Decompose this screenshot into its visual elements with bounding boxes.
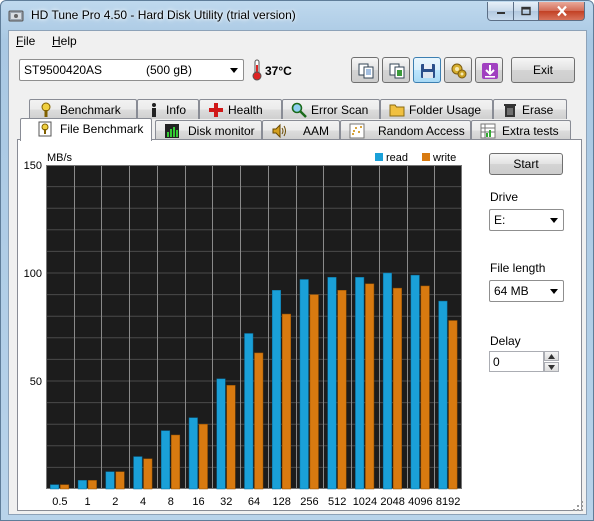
write-bar (365, 283, 375, 490)
x-tick-label: 2048 (380, 496, 404, 508)
exit-button[interactable]: Exit (511, 57, 575, 83)
read-bar (327, 277, 337, 490)
chevron-down-icon (550, 218, 558, 223)
write-bar (392, 287, 402, 490)
read-bar (50, 484, 60, 490)
write-bar (143, 458, 153, 490)
x-tick-label: 8192 (436, 496, 460, 508)
resize-grip-icon[interactable] (572, 500, 584, 512)
x-tick-label: 4096 (408, 496, 432, 508)
read-bar (410, 274, 420, 490)
minimize-to-tray-button[interactable] (475, 57, 503, 83)
drive-label: Drive (490, 190, 519, 204)
x-tick-label: 4 (140, 496, 146, 508)
spin-down-button[interactable] (544, 362, 559, 372)
write-bar (171, 434, 181, 490)
x-tick-label: 0.5 (52, 496, 67, 508)
read-bar (77, 480, 87, 490)
write-bar (226, 385, 236, 490)
maximize-icon (521, 6, 531, 16)
benchmark-chart: MB/s 50 100 150 0.5 1 2 4 8 16 32 64 128 256 512 1024 20… (24, 152, 462, 508)
minimize-icon (496, 12, 505, 14)
chevron-up-icon (548, 354, 555, 359)
close-icon (556, 5, 567, 17)
file-length-value: 64 MB (494, 284, 529, 298)
minimize-button[interactable] (487, 2, 514, 21)
start-button[interactable]: Start (489, 153, 563, 175)
read-bar (133, 456, 143, 490)
read-bar (244, 333, 254, 490)
app-icon (8, 10, 24, 22)
y-tick-label: 50 (30, 376, 42, 388)
minimize-to-tray-icon (482, 63, 498, 79)
app-window: HD Tune Pro 4.50 - Hard Disk Utility (tr… (0, 0, 594, 521)
file-length-label: File length (490, 261, 546, 275)
client-area: File Help ST9500420AS (500 gB) 37°C Exit… (8, 30, 587, 515)
write-bar (337, 290, 347, 490)
read-bar (105, 471, 115, 490)
read-bar (216, 378, 226, 490)
extra-tests-icon (480, 123, 496, 139)
x-tick-label: 8 (168, 496, 174, 508)
x-tick-label: 256 (300, 496, 318, 508)
drive-combo-value: E: (494, 213, 506, 227)
write-bar (281, 313, 291, 490)
delay-spinner (544, 351, 559, 372)
read-bar (299, 279, 309, 490)
read-bar (382, 272, 392, 490)
write-bar (420, 285, 430, 490)
delay-value: 0 (493, 355, 500, 369)
y-axis-label: MB/s (47, 152, 73, 164)
tab-extra-tests[interactable]: Extra tests (471, 120, 571, 140)
x-tick-label: 1 (85, 496, 91, 508)
write-bar (115, 471, 125, 490)
spin-up-button[interactable] (544, 351, 559, 361)
read-bar (271, 290, 281, 490)
x-tick-label: 2 (112, 496, 118, 508)
x-tick-label: 64 (248, 496, 260, 508)
legend-label-write: write (432, 152, 456, 164)
x-tick-label: 1024 (353, 496, 377, 508)
x-tick-label: 32 (220, 496, 232, 508)
read-bar (188, 417, 198, 490)
write-bar (198, 423, 208, 490)
title-bar[interactable]: HD Tune Pro 4.50 - Hard Disk Utility (tr… (1, 1, 593, 31)
tab-erase[interactable]: Erase (493, 99, 567, 119)
delay-input[interactable]: 0 (489, 351, 544, 372)
read-bar (161, 430, 171, 490)
close-button[interactable] (538, 2, 585, 21)
write-bar (309, 294, 319, 490)
write-bar (60, 484, 70, 490)
read-bar (438, 300, 448, 490)
delay-label: Delay (490, 334, 521, 348)
write-bar (448, 320, 458, 490)
file-length-combo[interactable]: 64 MB (489, 280, 564, 302)
write-bar (254, 352, 264, 490)
chevron-down-icon (550, 289, 558, 294)
chevron-down-icon (548, 365, 555, 370)
write-bar (87, 480, 97, 490)
x-tick-label: 512 (328, 496, 346, 508)
y-tick-label: 150 (24, 160, 42, 172)
trash-icon (504, 104, 516, 117)
read-bar (355, 277, 365, 490)
drive-combo[interactable]: E: (489, 209, 564, 231)
x-tick-label: 128 (273, 496, 291, 508)
legend-swatch-write (422, 153, 430, 161)
maximize-button[interactable] (513, 2, 539, 21)
y-tick-label: 100 (24, 268, 42, 280)
x-tick-label: 16 (192, 496, 204, 508)
legend-label-read: read (386, 152, 408, 164)
window-title: HD Tune Pro 4.50 - Hard Disk Utility (tr… (31, 8, 296, 22)
legend-swatch-read (375, 153, 383, 161)
